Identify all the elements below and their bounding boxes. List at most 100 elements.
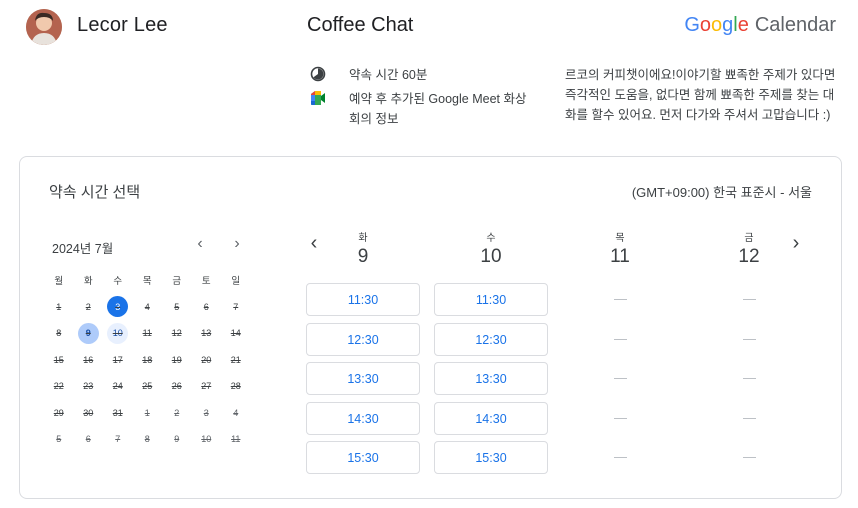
day-number: 10 xyxy=(107,322,129,344)
day-number: 9 xyxy=(77,322,99,344)
no-availability-dash xyxy=(692,402,806,435)
mini-calendar-day: 23 xyxy=(74,375,104,397)
mini-calendar-day: 14 xyxy=(221,322,251,344)
day-number: 8 xyxy=(56,328,62,339)
day-number: 3 xyxy=(107,296,129,318)
mini-calendar-day: 4 xyxy=(221,402,251,424)
mini-calendar-day: 25 xyxy=(133,375,163,397)
day-number: 17 xyxy=(112,354,123,365)
weekday-label: 일 xyxy=(231,276,241,288)
day-of-week: 수 xyxy=(486,233,496,244)
day-number: 1 xyxy=(144,407,150,418)
mini-calendar-day: 1 xyxy=(133,402,163,424)
booking-panel: 약속 시간 선택 (GMT+09:00) 한국 표준시 - 서울 2024년 7… xyxy=(19,156,842,499)
day-number: 13 xyxy=(201,328,212,339)
day-number: 11 xyxy=(610,246,630,267)
mini-calendar-day[interactable]: 9 xyxy=(74,322,104,344)
duration-row: 약속 시간 60분 xyxy=(309,65,534,85)
meet-row: 예약 후 추가된 Google Meet 화상 회의 정보 xyxy=(309,89,534,129)
mini-calendar-day: 8 xyxy=(133,428,163,450)
day-number: 11 xyxy=(142,328,152,339)
booking-title: 약속 시간 선택 xyxy=(49,184,141,201)
mini-calendar-day: 18 xyxy=(133,349,163,371)
mini-calendar-day: 10 xyxy=(192,428,222,450)
mini-calendar-day: 8 xyxy=(44,322,74,344)
mini-calendar-day: 30 xyxy=(74,402,104,424)
mini-calendar-day: 2 xyxy=(74,296,104,318)
clock-icon xyxy=(309,65,327,83)
brand-letter: o xyxy=(711,14,723,36)
day-number: 16 xyxy=(83,354,94,365)
day-number: 7 xyxy=(115,434,121,445)
day-number: 2 xyxy=(85,301,91,312)
day-number: 21 xyxy=(230,354,241,365)
mini-calendar-day: 3 xyxy=(192,402,222,424)
mini-calendar-day: 26 xyxy=(162,375,192,397)
day-number: 18 xyxy=(142,354,153,365)
google-calendar-logo: Google Calendar xyxy=(684,14,836,37)
mini-calendar-day: 17 xyxy=(103,349,133,371)
mini-calendar-day: 29 xyxy=(44,402,74,424)
mini-calendar-day: 28 xyxy=(221,375,251,397)
no-availability-dash xyxy=(563,441,677,474)
day-number: 9 xyxy=(357,246,369,267)
time-slot-button[interactable]: 14:30 xyxy=(434,402,548,435)
day-number: 4 xyxy=(233,407,239,418)
day-number: 24 xyxy=(112,381,123,392)
no-availability-dash xyxy=(692,441,806,474)
mini-calendar: 월 화 수 목 금 토 일 1 2 3 4 5 6 7 8 9 10 11 12 13 14 15 16 17 18 19 20 21… xyxy=(44,267,252,453)
day-column-header: 수 10 xyxy=(434,229,548,268)
duration-text: 약속 시간 60분 xyxy=(349,68,428,82)
day-column-header: 금 12 xyxy=(692,229,806,268)
day-number: 27 xyxy=(201,381,212,392)
time-slot-button[interactable]: 15:30 xyxy=(306,441,420,474)
day-number: 2 xyxy=(174,407,180,418)
day-number: 8 xyxy=(144,434,150,445)
time-slot-button[interactable]: 14:30 xyxy=(306,402,420,435)
mini-calendar-day: 5 xyxy=(44,428,74,450)
mini-calendar-day: 7 xyxy=(221,296,251,318)
time-slot-button[interactable]: 11:30 xyxy=(434,283,548,316)
mini-calendar-day: 12 xyxy=(162,322,192,344)
google-meet-icon xyxy=(309,89,327,107)
day-column-header: 화9 xyxy=(306,229,420,268)
time-slot-button[interactable]: 15:30 xyxy=(434,441,548,474)
day-number: 26 xyxy=(171,381,182,392)
avatar xyxy=(26,9,62,45)
day-number: 23 xyxy=(83,381,94,392)
day-number: 31 xyxy=(112,407,123,418)
weekday-label: 토 xyxy=(201,276,211,288)
day-number: 30 xyxy=(83,407,94,418)
weekday-label: 월 xyxy=(54,276,64,288)
time-slot-button[interactable]: 13:30 xyxy=(306,362,420,395)
day-number: 20 xyxy=(201,354,212,365)
day-number: 10 xyxy=(480,246,502,267)
day-number: 4 xyxy=(144,301,150,312)
no-availability-dash xyxy=(563,362,677,395)
weekday-label: 화 xyxy=(83,276,93,288)
mini-calendar-day: 2 xyxy=(162,402,192,424)
day-number: 5 xyxy=(174,301,180,312)
chevron-right-icon[interactable]: › xyxy=(228,235,246,253)
weekday-label: 금 xyxy=(172,276,182,288)
time-slot-button[interactable]: 13:30 xyxy=(434,362,548,395)
day-column-header: 목 11 xyxy=(563,229,677,268)
day-of-week: 목 xyxy=(615,233,625,244)
day-number: 14 xyxy=(230,328,241,339)
mini-calendar-day: 24 xyxy=(103,375,133,397)
day-number: 12 xyxy=(171,328,182,339)
day-number: 7 xyxy=(233,301,239,312)
day-number: 5 xyxy=(56,434,62,445)
timezone-selector[interactable]: (GMT+09:00) 한국 표준시 - 서울 xyxy=(632,182,812,201)
mini-calendar-day: 1 xyxy=(44,296,74,318)
day-number: 1 xyxy=(56,301,62,312)
day-number: 15 xyxy=(53,354,64,365)
time-slot-button[interactable]: 12:30 xyxy=(434,323,548,356)
mini-calendar-day: 13 xyxy=(192,322,222,344)
chevron-left-icon[interactable]: ‹ xyxy=(191,235,209,253)
mini-calendar-day[interactable]: 10 xyxy=(103,322,133,344)
time-slot-button[interactable]: 12:30 xyxy=(306,323,420,356)
day-number: 10 xyxy=(201,434,212,445)
brand-product: Calendar xyxy=(754,14,836,36)
time-slot-button[interactable]: 11:30 xyxy=(306,283,420,316)
